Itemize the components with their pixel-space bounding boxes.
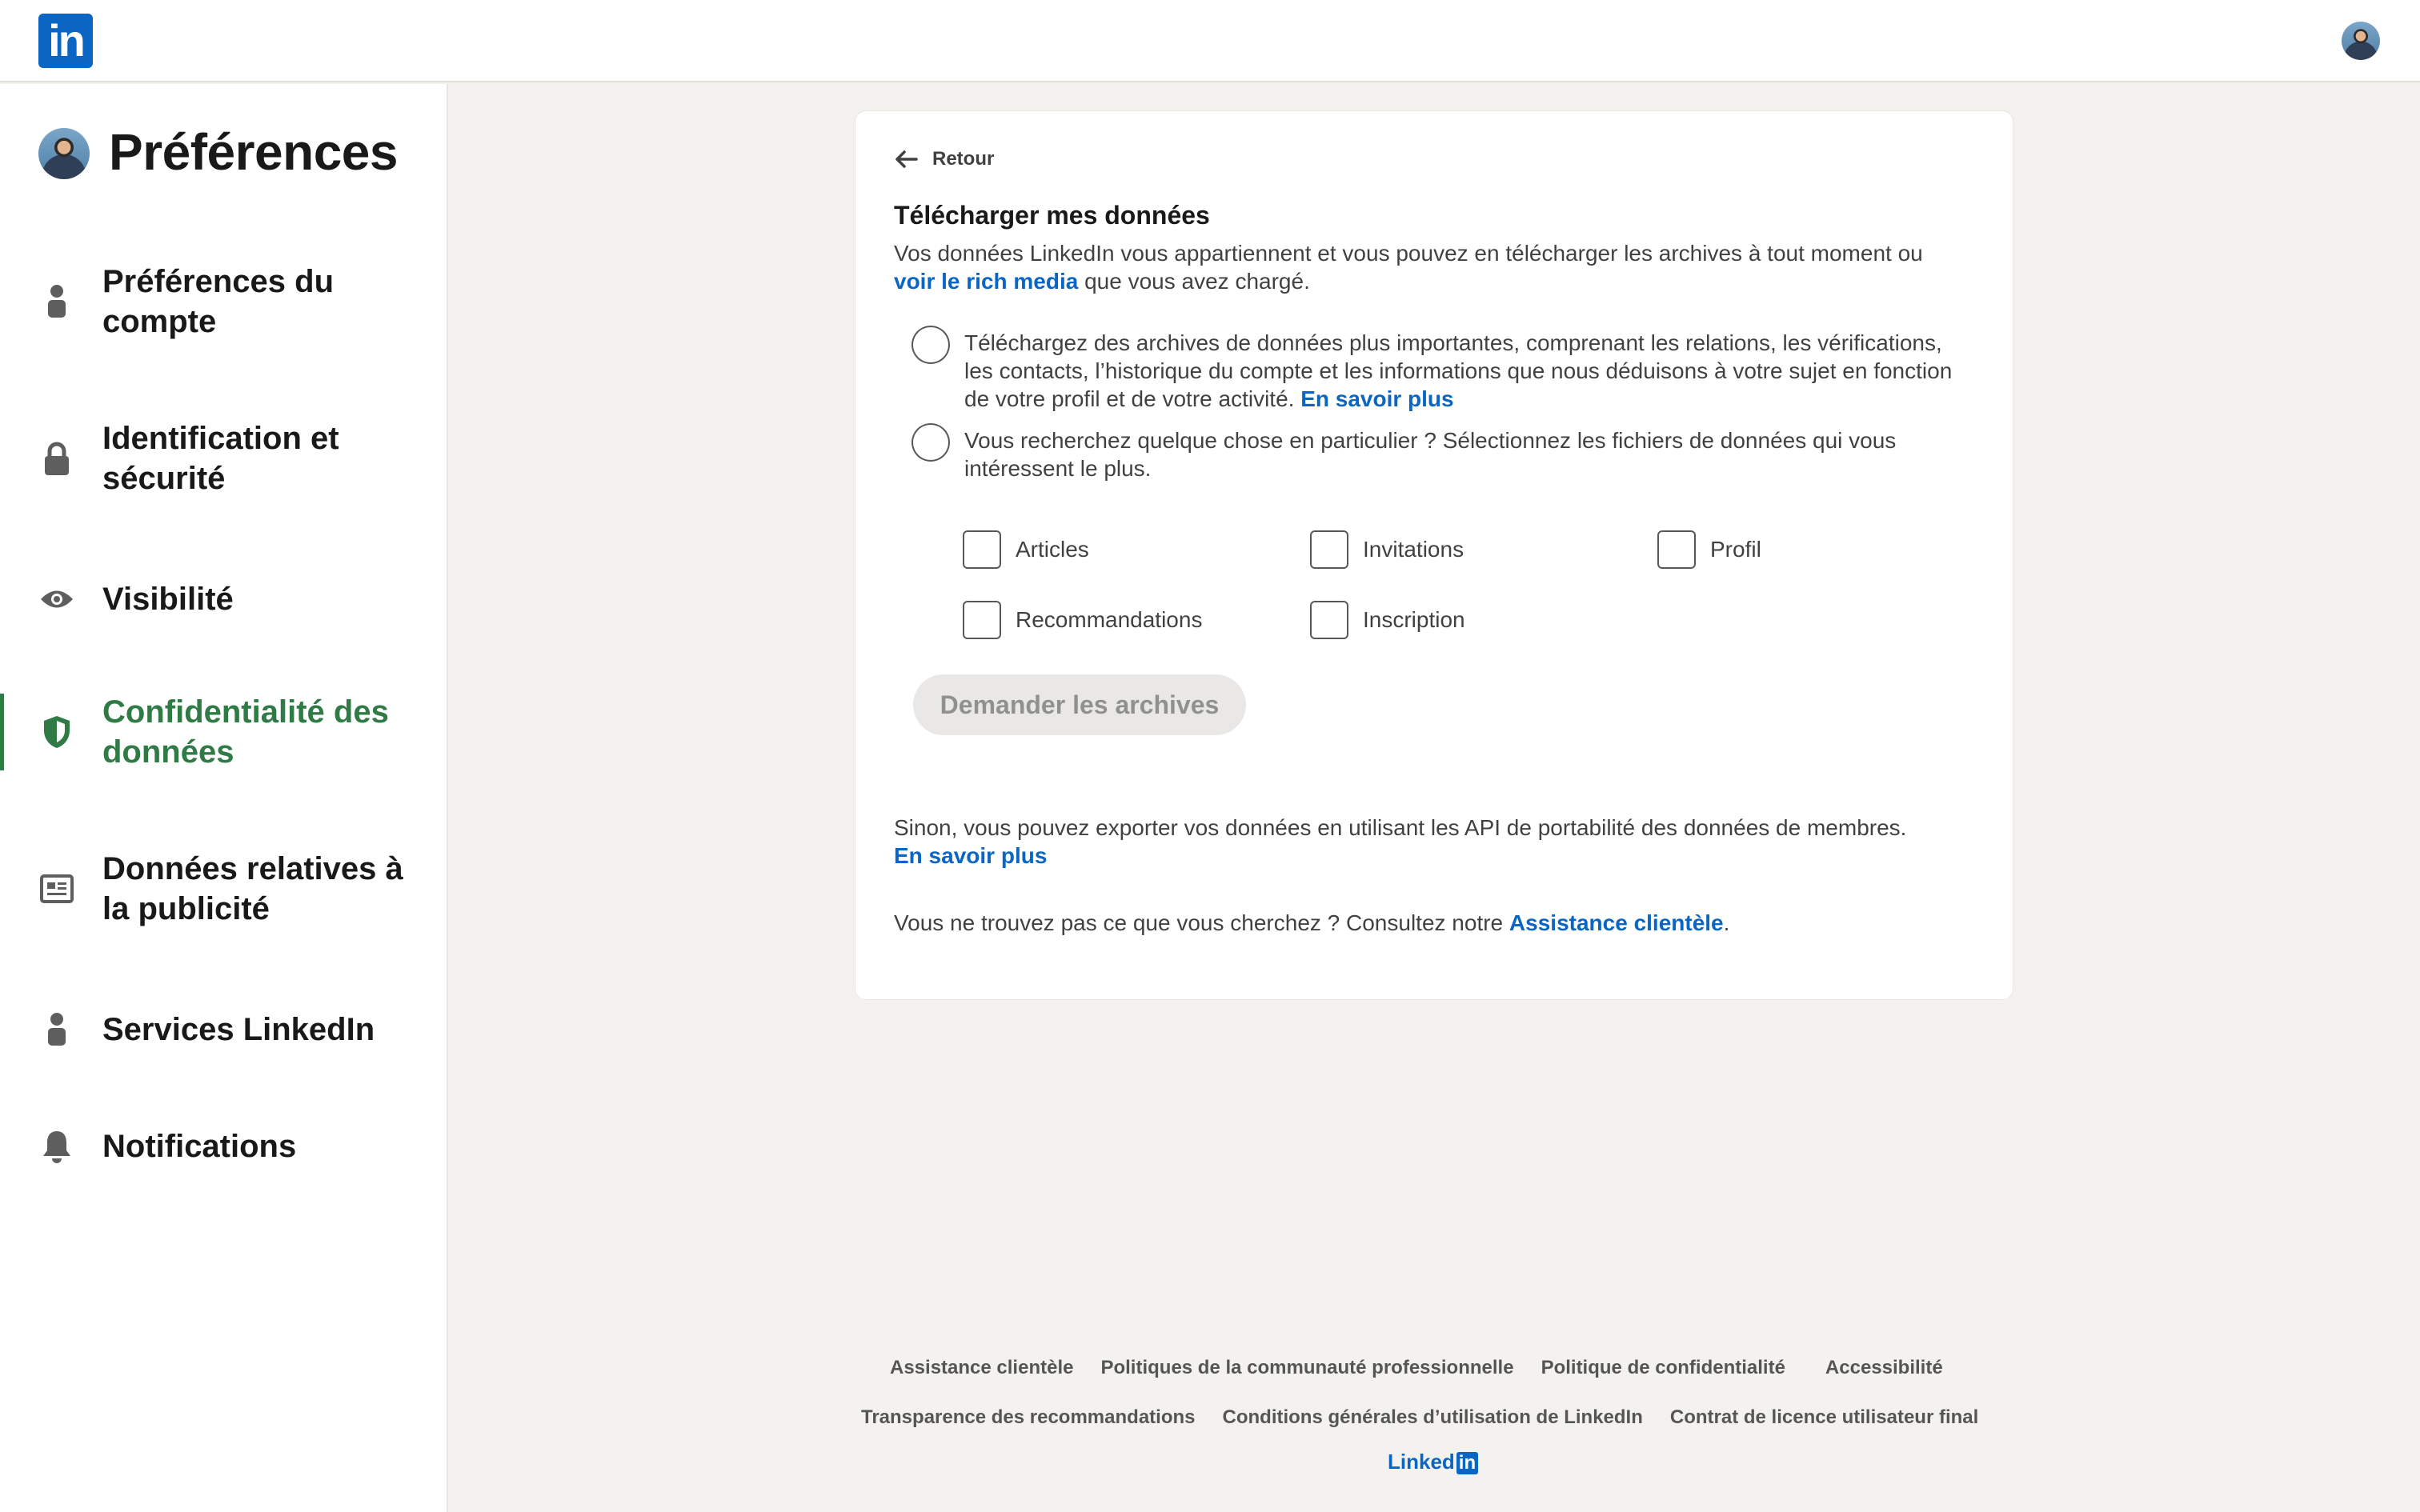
sidebar-item-advertising-data[interactable]: Données relatives à la publicité [0, 849, 448, 929]
footer-links-row-1: Assistance clientèle Politiques de la co… [890, 1357, 1943, 1379]
footer-link-eula[interactable]: Contrat de licence utilisateur final [1670, 1406, 1978, 1429]
arrow-left-icon [895, 150, 918, 168]
intro-suffix: que vous avez chargé. [1078, 269, 1310, 294]
active-indicator [0, 694, 4, 770]
learn-more-link[interactable]: En savoir plus [1300, 386, 1453, 411]
bell-icon [38, 1128, 75, 1165]
linkedin-logo[interactable]: in [38, 14, 93, 68]
footer-link-user-agreement[interactable]: Conditions générales d’utilisation de Li… [1223, 1406, 1643, 1429]
checkbox-label: Articles [1016, 537, 1089, 562]
footer-link-accessibility[interactable]: Accessibilité [1825, 1357, 1943, 1379]
person-icon [38, 283, 75, 320]
sidebar-item-label: Préférences du compte [102, 264, 335, 339]
newspaper-icon [38, 870, 75, 907]
export-text: Sinon, vous pouvez exporter vos données … [894, 815, 1907, 840]
checkbox-label: Recommandations [1016, 607, 1203, 632]
download-data-card: Retour Télécharger mes données Vos donné… [855, 110, 2013, 1000]
intro-text: Vos données LinkedIn vous appartiennent … [894, 241, 1923, 266]
sidebar-item-label: Services LinkedIn [102, 1012, 375, 1047]
sidebar-avatar [38, 128, 90, 179]
footer-link-community-policies[interactable]: Politiques de la communauté professionne… [1100, 1357, 1513, 1379]
checkbox[interactable] [963, 530, 1001, 569]
back-label: Retour [932, 148, 995, 170]
option-full-archive-text: Téléchargez des archives de données plus… [964, 329, 1957, 413]
sidebar-item-label: Confidentialité des données [102, 694, 389, 770]
sidebar-item-notifications[interactable]: Notifications [0, 1122, 448, 1170]
checkbox-profile[interactable]: Profil [1657, 530, 1761, 569]
help-text: Vous ne trouvez pas ce que vous cherchez… [894, 910, 1504, 935]
eye-icon [38, 581, 75, 618]
settings-sidebar: Préférences Préférences du compte Identi… [0, 84, 448, 1512]
radio-specific-files[interactable] [912, 423, 950, 462]
checkbox-label: Inscription [1363, 607, 1465, 632]
footer-link-recommendation-transparency[interactable]: Transparence des recommandations [861, 1406, 1196, 1429]
export-learn-more-link[interactable]: En savoir plus [894, 843, 1047, 868]
top-navigation-bar: in [0, 0, 2420, 82]
radio-full-archive[interactable] [912, 326, 950, 364]
page-title: Télécharger mes données [894, 201, 1210, 230]
person-icon [38, 1011, 75, 1048]
checkbox[interactable] [963, 601, 1001, 639]
checkbox-label: Profil [1710, 537, 1761, 562]
checkbox-recommendations[interactable]: Recommandations [963, 601, 1202, 639]
request-archive-button[interactable]: Demander les archives [913, 674, 1246, 735]
back-button[interactable]: Retour [894, 148, 994, 170]
checkbox[interactable] [1657, 530, 1696, 569]
shield-icon [38, 714, 75, 750]
rich-media-link[interactable]: voir le rich media [894, 269, 1078, 294]
sidebar-item-visibility[interactable]: Visibilité [0, 575, 448, 623]
sidebar-item-label: Visibilité [102, 582, 234, 617]
intro-paragraph: Vos données LinkedIn vous appartiennent … [894, 239, 1990, 295]
sidebar-item-data-privacy[interactable]: Confidentialité des données [0, 692, 448, 772]
footer-links-row-2: Transparence des recommandations Conditi… [861, 1406, 1978, 1429]
help-paragraph: Vous ne trouvez pas ce que vous cherchez… [894, 909, 1990, 937]
sidebar-item-label: Identification et sécurité [102, 421, 339, 496]
checkbox-invitations[interactable]: Invitations [1310, 530, 1464, 569]
sidebar-item-account-preferences[interactable]: Préférences du compte [0, 262, 448, 342]
sidebar-item-label: Données relatives à la publicité [102, 851, 403, 926]
footer-link-customer-support[interactable]: Assistance clientèle [890, 1357, 1073, 1379]
option-specific-files-text: Vous recherchez quelque chose en particu… [964, 428, 1897, 481]
footer-link-privacy-policy[interactable]: Politique de confidentialité [1541, 1357, 1785, 1379]
export-paragraph: Sinon, vous pouvez exporter vos données … [894, 814, 1990, 870]
footer-logo-in: in [1456, 1452, 1479, 1474]
avatar[interactable] [2342, 22, 2380, 60]
footer-linkedin-logo: Linked in [1388, 1450, 1479, 1474]
help-suffix: . [1723, 910, 1730, 935]
checkbox[interactable] [1310, 530, 1348, 569]
sidebar-title: Préférences [109, 123, 398, 181]
footer-logo-text: Linked [1388, 1450, 1455, 1474]
sidebar-item-linkedin-services[interactable]: Services LinkedIn [0, 1006, 448, 1054]
checkbox-label: Invitations [1363, 537, 1464, 562]
sidebar-item-sign-in-security[interactable]: Identification et sécurité [0, 418, 448, 498]
lock-icon [38, 440, 75, 477]
checkbox-registration[interactable]: Inscription [1310, 601, 1465, 639]
checkbox-articles[interactable]: Articles [963, 530, 1089, 569]
checkbox[interactable] [1310, 601, 1348, 639]
sidebar-item-label: Notifications [102, 1129, 297, 1164]
option-full-archive-description: Téléchargez des archives de données plus… [964, 330, 1953, 411]
customer-support-link[interactable]: Assistance clientèle [1509, 910, 1724, 935]
